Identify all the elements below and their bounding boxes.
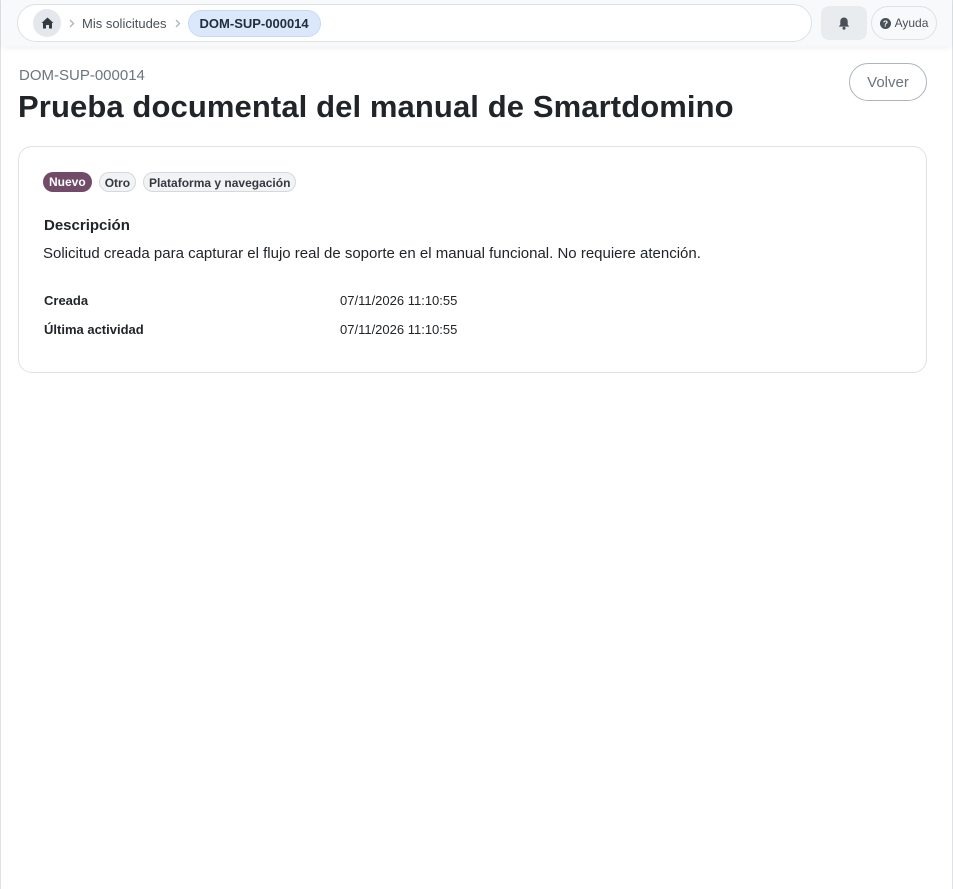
ticket-reference: DOM-SUP-000014 — [19, 67, 145, 84]
help-label: Ayuda — [894, 16, 929, 30]
help-button[interactable]: ? Ayuda — [871, 6, 937, 40]
description-text: Solicitud creada para capturar el flujo … — [43, 245, 701, 262]
page-title: Prueba documental del manual de Smartdom… — [18, 89, 734, 124]
breadcrumb: Mis solicitudes DOM-SUP-000014 — [17, 4, 812, 42]
home-button[interactable] — [33, 9, 61, 37]
last-activity-label: Última actividad — [44, 322, 144, 337]
created-label: Creada — [44, 293, 89, 308]
badge-group: Nuevo Otro Plataforma y navegación — [43, 172, 297, 192]
home-icon — [41, 17, 53, 29]
notifications-button[interactable] — [821, 6, 867, 40]
breadcrumb-current: DOM-SUP-000014 — [187, 9, 321, 37]
last-activity-value: 07/11/2026 11:10:55 — [340, 322, 458, 337]
top-bar: Mis solicitudes DOM-SUP-000014 ? Ayuda — [1, 0, 952, 46]
created-value: 07/11/2026 11:10:55 — [340, 293, 458, 308]
description-heading: Descripción — [44, 217, 130, 234]
bell-icon — [838, 17, 850, 30]
ticket-card: Nuevo Otro Plataforma y navegación Descr… — [18, 146, 927, 373]
tag-badge: Plataforma y navegación — [143, 172, 297, 192]
page: Mis solicitudes DOM-SUP-000014 ? Ayuda D… — [0, 0, 953, 889]
tag-badge: Otro — [98, 172, 137, 192]
svg-text:?: ? — [882, 18, 887, 28]
back-button[interactable]: Volver — [849, 63, 927, 101]
chevron-right-icon — [175, 19, 181, 28]
status-badge: Nuevo — [43, 172, 92, 192]
breadcrumb-mis-solicitudes[interactable]: Mis solicitudes — [82, 16, 167, 31]
question-circle-icon: ? — [879, 17, 891, 29]
chevron-right-icon — [69, 19, 75, 28]
